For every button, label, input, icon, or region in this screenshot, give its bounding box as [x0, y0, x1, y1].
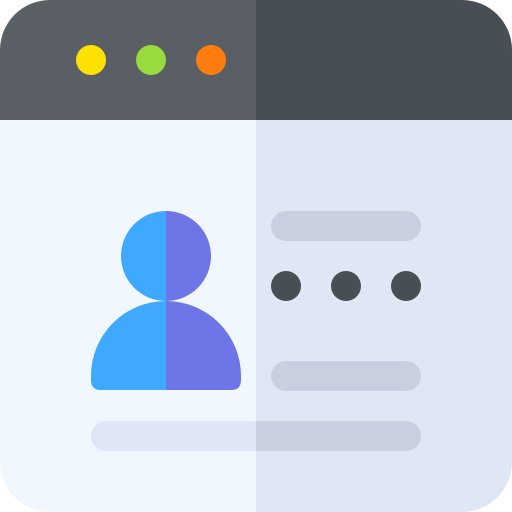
password-dots	[271, 271, 421, 301]
username-line	[271, 211, 421, 241]
window-controls	[76, 45, 226, 75]
window-body-right	[256, 120, 512, 512]
window-illustration	[0, 0, 512, 512]
password-dot	[331, 271, 361, 301]
window-dot-green[interactable]	[136, 45, 166, 75]
window-titlebar-right	[256, 0, 512, 120]
user-profile-login-window-icon	[0, 0, 512, 512]
info-line	[271, 361, 421, 391]
window-dot-yellow[interactable]	[76, 45, 106, 75]
window-dot-orange[interactable]	[196, 45, 226, 75]
footer-line	[91, 421, 421, 451]
password-dot	[391, 271, 421, 301]
password-dot	[271, 271, 301, 301]
